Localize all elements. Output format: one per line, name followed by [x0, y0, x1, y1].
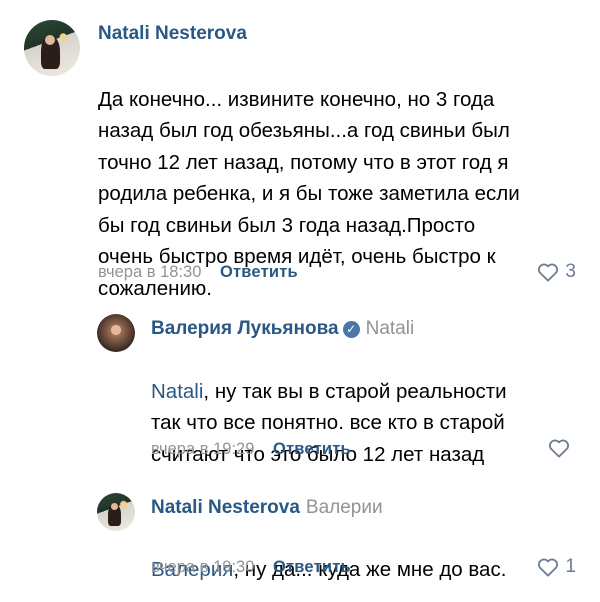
reply-button[interactable]: Ответить: [273, 440, 351, 458]
comment-time[interactable]: вчера в 18:30: [98, 263, 201, 281]
avatar-face: [111, 502, 119, 510]
mention-link[interactable]: Natali: [151, 380, 203, 403]
avatar-face: [45, 34, 56, 45]
comment-time[interactable]: вчера в 19:30: [151, 558, 254, 576]
avatar[interactable]: [97, 314, 135, 352]
reply-button[interactable]: Ответить: [220, 263, 298, 281]
avatar[interactable]: [97, 493, 135, 531]
verified-icon: ✓: [342, 321, 360, 338]
like-button[interactable]: 3: [537, 261, 576, 283]
like-button[interactable]: [548, 438, 576, 458]
reply-button[interactable]: Ответить: [273, 558, 351, 576]
comment-author[interactable]: Natali Nesterova: [98, 23, 247, 45]
comment-meta: вчера в 19:29 Ответить: [151, 440, 351, 459]
comment-author[interactable]: Валерия Лукьянова ✓ Natali: [151, 318, 414, 340]
like-count: 3: [565, 261, 576, 282]
comment-meta: вчера в 19:30 Ответить: [151, 558, 351, 577]
author-name[interactable]: Валерия Лукьянова: [151, 318, 339, 339]
comment-author[interactable]: Natali Nesterova Валерии: [151, 497, 383, 519]
heart-icon: [548, 439, 570, 458]
avatar[interactable]: [24, 20, 80, 76]
comment-meta: вчера в 18:30 Ответить: [98, 263, 298, 282]
avatar-face: [111, 325, 121, 335]
heart-icon: [538, 558, 559, 577]
like-count: 1: [565, 556, 576, 577]
reply-to-name[interactable]: Natali: [366, 318, 415, 339]
author-name[interactable]: Natali Nesterova: [98, 23, 247, 44]
reply-to-name[interactable]: Валерии: [306, 497, 383, 518]
author-name[interactable]: Natali Nesterova: [151, 497, 300, 518]
comment-time[interactable]: вчера в 19:29: [151, 440, 254, 458]
like-button[interactable]: 1: [537, 556, 576, 578]
heart-icon: [538, 263, 559, 282]
